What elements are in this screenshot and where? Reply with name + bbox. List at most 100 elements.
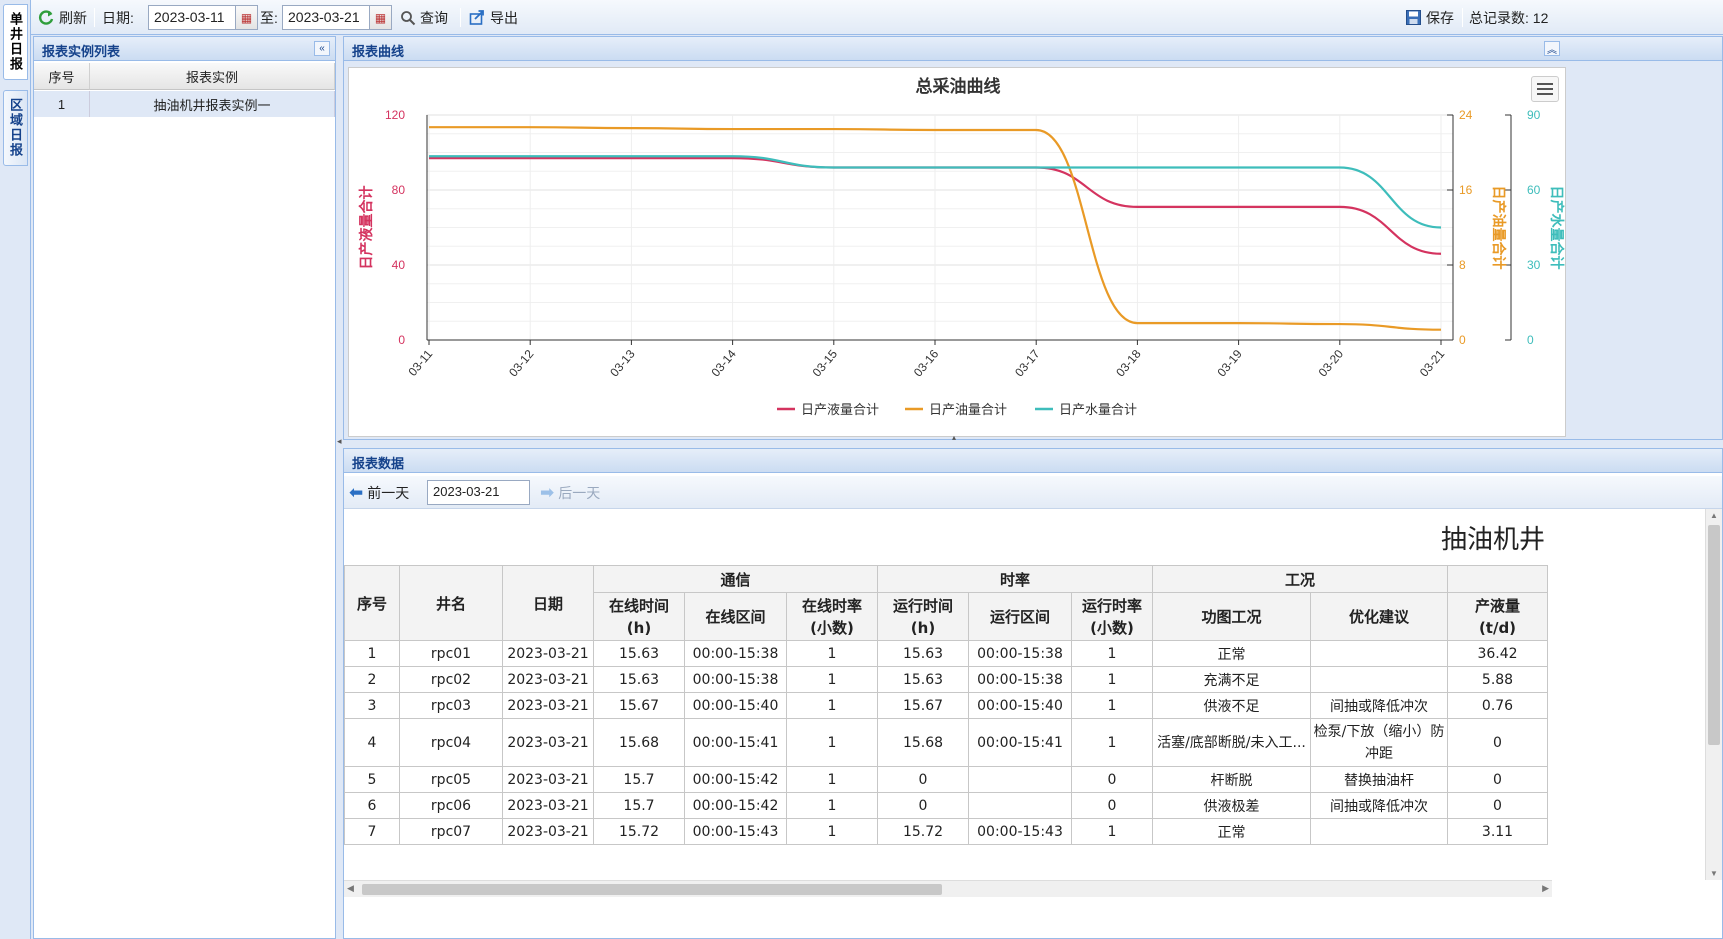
list-item-no[interactable]: 1: [34, 91, 90, 117]
vertical-splitter[interactable]: ◂: [337, 36, 342, 939]
vertical-scroll-thumb[interactable]: [1708, 525, 1720, 745]
cell-no: 6: [344, 792, 400, 819]
cell-advice: 替换抽油杆: [1310, 766, 1448, 793]
group-header-rate: 时率: [877, 565, 1153, 593]
y-axis-left-label: 日产液量合计: [358, 186, 374, 270]
y-tick-left: 40: [392, 258, 406, 272]
y-tick-right2: 90: [1527, 108, 1541, 122]
horizontal-scroll-thumb[interactable]: [362, 884, 942, 895]
column-header-no[interactable]: 序号: [34, 63, 90, 90]
table-row[interactable]: 5 rpc05 2023-03-21 15.7 00:00-15:42 1 0 0 杆断脱 替换抽…: [344, 766, 1548, 793]
cell-well: rpc07: [399, 818, 503, 845]
chart-panel: 报表曲线 ︽ 总采油曲线 0 40 80 120 0 8 16 24 0 30 60 90 日产液量合计日…: [343, 36, 1723, 442]
table-row[interactable]: 4 rpc04 2023-03-21 15.68 00:00-15:41 1 15.68 00…: [344, 718, 1548, 767]
report-data-panel: 报表数据 ⬅ 前一天 2023-03-21 ➡ 后一天 抽油机井 序号 井名 日…: [343, 448, 1723, 939]
side-tab-strip: 单井日报 区域日报: [0, 0, 31, 939]
cell-no: 5: [344, 766, 400, 793]
cell-fdiag: 供液不足: [1152, 692, 1311, 719]
tab-area-daily[interactable]: 区域日报: [3, 90, 28, 166]
toolbar-separator: [1462, 8, 1463, 27]
cell-online-rate: 1: [786, 766, 878, 793]
cell-well: rpc05: [399, 766, 503, 793]
cell-liquid: 5.88: [1447, 666, 1548, 693]
table-row[interactable]: 3 rpc03 2023-03-21 15.67 00:00-15:40 1 15.67 00…: [344, 692, 1548, 719]
cell-well: rpc02: [399, 666, 503, 693]
y-tick-right1: 8: [1459, 258, 1466, 272]
cell-date: 2023-03-21: [502, 640, 594, 667]
calendar-icon[interactable]: ▦: [236, 5, 258, 30]
x-tick-label: 03-18: [1113, 347, 1144, 380]
cell-run-range: 00:00-15:40: [968, 692, 1072, 719]
cell-online-time: 15.63: [593, 666, 685, 693]
collapse-up-icon[interactable]: ︽: [1544, 41, 1560, 56]
header-date: 日期: [502, 565, 594, 641]
refresh-icon: [39, 9, 54, 25]
cell-advice: [1310, 640, 1448, 667]
header-well: 井名: [399, 565, 503, 641]
cell-liquid: 36.42: [1447, 640, 1548, 667]
query-label: 查询: [420, 9, 448, 26]
cell-no: 7: [344, 818, 400, 845]
x-tick-label: 03-17: [1012, 347, 1043, 380]
date-to-input[interactable]: 2023-03-21: [282, 5, 370, 30]
chart-title: 总采油曲线: [916, 76, 1001, 97]
table-row[interactable]: 7 rpc07 2023-03-21 15.72 00:00-15:43 1 15.72 00…: [344, 818, 1548, 845]
cell-run-time: 15.68: [877, 718, 969, 767]
y-tick-left: 80: [392, 183, 406, 197]
total-records: 总记录数: 12: [1469, 6, 1548, 29]
horizontal-scrollbar[interactable]: ◀ ▶: [344, 880, 1552, 897]
toolbar-separator: [94, 8, 95, 27]
vertical-scrollbar[interactable]: ▲ ▼: [1705, 509, 1722, 880]
legend-item: 日产油量合计: [929, 402, 1007, 417]
x-tick-label: 03-20: [1316, 347, 1347, 380]
cell-fdiag: 杆断脱: [1152, 766, 1311, 793]
report-date-input[interactable]: 2023-03-21: [427, 480, 530, 505]
table-row[interactable]: 6 rpc06 2023-03-21 15.7 00:00-15:42 1 0 0 供液极差 间抽…: [344, 792, 1548, 819]
cell-online-range: 00:00-15:38: [684, 666, 787, 693]
cell-run-rate: 0: [1071, 766, 1153, 793]
cell-online-time: 15.68: [593, 718, 685, 767]
save-label: 保存: [1426, 9, 1454, 26]
cell-fdiag: 正常: [1152, 640, 1311, 667]
x-tick-label: 03-16: [911, 347, 942, 380]
report-title: 抽油机井: [1441, 525, 1546, 555]
table-row[interactable]: 1 rpc01 2023-03-21 15.63 00:00-15:38 1 15.63 00…: [344, 640, 1548, 667]
refresh-button[interactable]: 刷新: [37, 6, 87, 29]
table-row[interactable]: 2 rpc02 2023-03-21 15.63 00:00-15:38 1 15.63 00…: [344, 666, 1548, 693]
calendar-icon[interactable]: ▦: [370, 5, 392, 30]
report-instance-panel-header: 报表实例列表: [33, 36, 336, 61]
cell-advice: 间抽或降低冲次: [1310, 792, 1448, 819]
tab-single-well-daily[interactable]: 单井日报: [3, 4, 28, 80]
cell-liquid: 0: [1447, 766, 1548, 793]
collapse-left-icon[interactable]: «: [314, 41, 330, 56]
export-button[interactable]: 导出: [469, 6, 518, 29]
query-button[interactable]: 查询: [400, 6, 448, 29]
next-day-button[interactable]: ➡ 后一天: [540, 481, 600, 504]
column-header-instance[interactable]: 报表实例: [90, 63, 335, 90]
chart-menu-icon[interactable]: [1531, 76, 1559, 102]
list-item-instance[interactable]: 抽油机井报表实例一: [90, 91, 335, 117]
cell-run-time: 0: [877, 792, 969, 819]
date-label-text: 日期:: [102, 9, 134, 26]
save-button[interactable]: 保存: [1405, 6, 1454, 29]
cell-well: rpc03: [399, 692, 503, 719]
line-chart: 总采油曲线040801200816240306090日产液量合计 日产油量合计 日产…: [358, 76, 1565, 417]
cell-advice: 检泵/下放（缩小）防冲距: [1310, 718, 1448, 767]
date-from-input[interactable]: 2023-03-11: [148, 5, 236, 30]
cell-run-time: 15.67: [877, 692, 969, 719]
y-tick-left: 0: [398, 333, 405, 347]
cell-no: 3: [344, 692, 400, 719]
arrow-right-icon: ➡: [540, 482, 555, 502]
prev-day-button[interactable]: ⬅ 前一天: [349, 481, 409, 504]
x-tick-label: 03-11: [405, 347, 435, 379]
cell-liquid: 0: [1447, 792, 1548, 819]
x-tick-label: 03-19: [1214, 347, 1245, 380]
cell-date: 2023-03-21: [502, 666, 594, 693]
cell-advice: [1310, 666, 1448, 693]
cell-date: 2023-03-21: [502, 718, 594, 767]
horizontal-splitter-handle[interactable]: ▴: [934, 434, 974, 442]
y-tick-right2: 30: [1527, 258, 1541, 272]
total-records-text: 总记录数: 12: [1469, 9, 1549, 26]
cell-well: rpc04: [399, 718, 503, 767]
cell-run-time: 15.72: [877, 818, 969, 845]
